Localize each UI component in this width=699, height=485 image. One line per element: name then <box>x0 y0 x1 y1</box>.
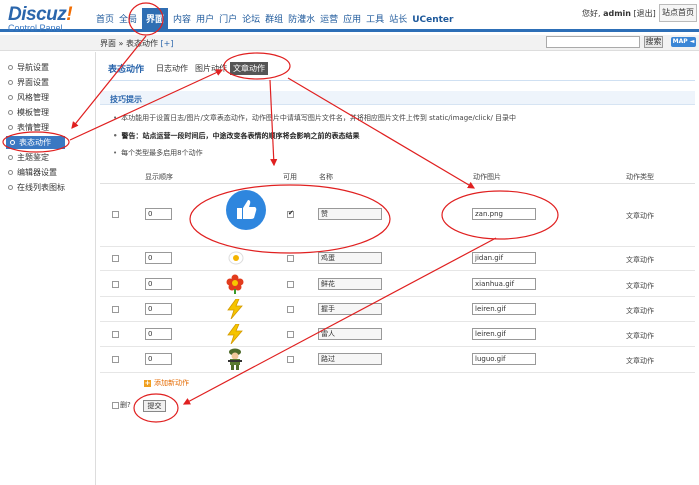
annotation-arrow-4 <box>287 77 476 189</box>
annotation-arrow-2 <box>69 69 224 141</box>
annotation-circle-nav <box>128 2 164 36</box>
annotation-circle-tab <box>223 52 291 80</box>
annotation-circle-like-row <box>189 184 391 254</box>
annotation-arrow-5 <box>182 237 497 405</box>
annotation-circle-sidebar <box>2 131 70 153</box>
annotation-circle-submit <box>133 393 179 423</box>
annotation-overlay <box>2 2 559 423</box>
annotation-circle-image <box>441 190 559 240</box>
annotation-arrow-3 <box>269 79 278 167</box>
annotation-arrow-1 <box>71 35 147 129</box>
